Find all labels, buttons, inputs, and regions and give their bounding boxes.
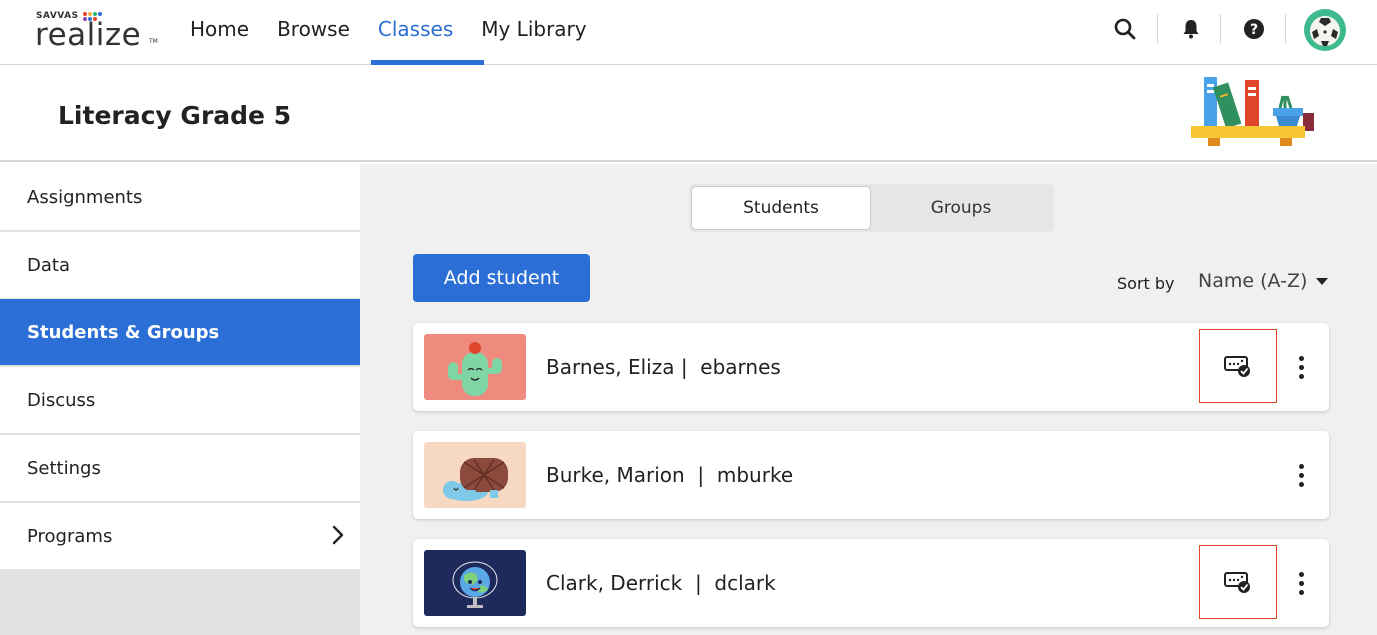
svg-text:?: ? [1250,22,1258,38]
class-header: Literacy Grade 5 [0,65,1377,162]
student-row[interactable]: Clark, Derrick | dclark [413,539,1329,627]
student-name[interactable]: Burke, Marion | mburke [546,463,793,487]
caret-down-icon [1316,277,1329,285]
sidebar-item-label: Programs [27,525,113,547]
more-options-icon[interactable] [1289,457,1313,493]
toolbar-divider [1220,14,1221,44]
cactus-avatar-icon [448,342,502,396]
accommodation-button[interactable] [1199,329,1277,403]
bookshelf-illustration [1191,77,1314,146]
student-avatar [424,550,526,616]
top-navigation-bar: SAVVAS realize TM Home Browse Classes My… [0,0,1377,65]
more-options-icon[interactable] [1289,565,1313,601]
students-groups-panel: Students Groups Add student Sort by Name… [360,164,1377,635]
student-row[interactable]: Burke, Marion | mburke [413,431,1329,519]
toolbar-divider [1285,14,1286,44]
turtle-avatar-icon [443,458,508,501]
search-icon[interactable] [1110,12,1140,46]
student-name[interactable]: Barnes, Eliza | ebarnes [546,355,781,379]
add-student-button[interactable]: Add student [413,254,590,302]
sidebar-item-settings[interactable]: Settings [0,435,360,501]
user-avatar[interactable] [1303,8,1347,52]
sidebar-item-programs[interactable]: Programs [0,503,360,569]
sidebar-item-label: Students & Groups [27,321,220,343]
savvas-realize-logo[interactable]: SAVVAS realize TM [35,11,160,53]
help-icon[interactable]: ? [1239,12,1269,46]
toolbar-divider [1157,14,1158,44]
nav-classes[interactable]: Classes [378,0,453,65]
sidebar-item-assignments[interactable]: Assignments [0,164,360,230]
students-groups-toggle: Students Groups [689,184,1054,232]
tab-students[interactable]: Students [691,186,871,230]
sidebar-item-label: Settings [27,457,101,479]
more-options-icon[interactable] [1289,349,1313,385]
accommodation-check-icon [1224,572,1250,593]
sort-dropdown[interactable]: Name (A-Z) [1198,270,1329,292]
sort-label: Sort by [1117,274,1175,293]
logo-trademark: TM [149,38,158,45]
bell-icon[interactable] [1176,12,1206,46]
sidebar-item-discuss[interactable]: Discuss [0,367,360,433]
accommodation-button[interactable] [1199,545,1277,619]
sidebar-item-label: Discuss [27,389,96,411]
logo-wordmark: realize [35,17,142,53]
main-nav: Home Browse Classes My Library [190,0,615,65]
student-avatar [424,334,526,400]
accommodation-check-icon [1224,356,1250,377]
sidebar-item-label: Assignments [27,186,143,208]
sort-value: Name (A-Z) [1198,270,1308,292]
sidebar-item-data[interactable]: Data [0,232,360,298]
nav-browse[interactable]: Browse [277,0,350,65]
student-name[interactable]: Clark, Derrick | dclark [546,571,776,595]
nav-home[interactable]: Home [190,0,249,65]
class-sidebar: Assignments Data Students & Groups Discu… [0,164,360,635]
student-row[interactable]: Barnes, Eliza | ebarnes [413,323,1329,411]
sidebar-item-label: Data [27,254,70,276]
student-avatar [424,442,526,508]
chevron-right-icon [332,525,344,545]
globe-avatar-icon [452,561,498,608]
sidebar-item-students-groups[interactable]: Students & Groups [0,299,360,365]
nav-my-library[interactable]: My Library [481,0,586,65]
class-title: Literacy Grade 5 [58,101,292,130]
tab-groups[interactable]: Groups [871,186,1051,230]
